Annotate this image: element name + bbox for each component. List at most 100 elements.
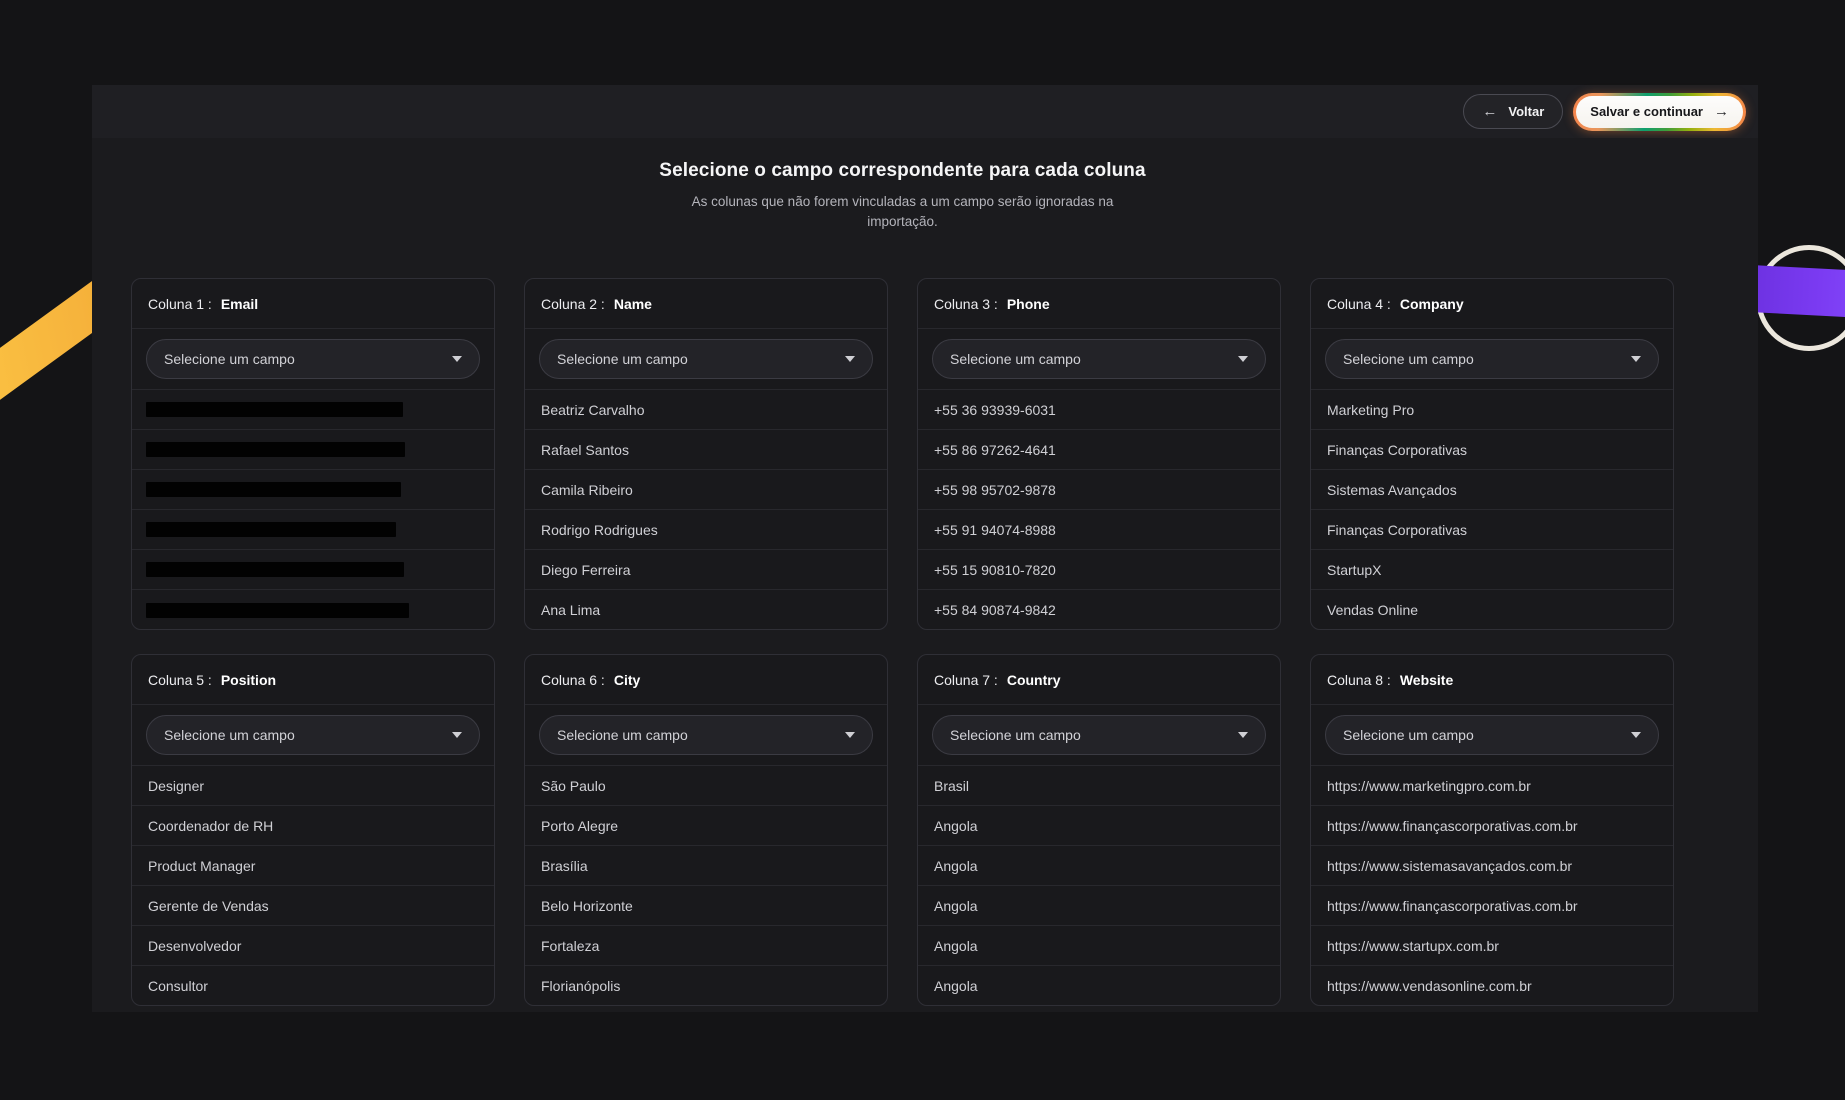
redacted-email-bar [146, 562, 404, 577]
redacted-email-bar [146, 603, 409, 618]
decor-purple-band [1747, 265, 1845, 318]
select-placeholder: Selecione um campo [557, 351, 688, 367]
sample-value-row: Vendas Online [1311, 590, 1673, 630]
sample-value-row: Beatriz Carvalho [525, 390, 887, 430]
sample-value-row: Gerente de Vendas [132, 886, 494, 926]
sample-value-row [132, 550, 494, 590]
sample-value-row [132, 510, 494, 550]
column-card: Coluna 7 : Country Selecione um campo Br… [917, 654, 1281, 1006]
column-label: Coluna 8 : [1327, 672, 1391, 688]
sample-value-row: São Paulo [525, 766, 887, 806]
redacted-email-bar [146, 522, 396, 537]
import-mapping-panel: ← Voltar Salvar e continuar → Selecione … [92, 85, 1758, 1012]
sample-rows: DesignerCoordenador de RHProduct Manager… [132, 765, 494, 1006]
sample-value-row: https://www.finançascorporativas.com.br [1311, 806, 1673, 846]
sample-value-row: +55 91 94074-8988 [918, 510, 1280, 550]
sample-rows: Marketing ProFinanças CorporativasSistem… [1311, 389, 1673, 630]
chevron-down-icon [845, 732, 855, 738]
field-select-dropdown[interactable]: Selecione um campo [146, 715, 480, 755]
select-placeholder: Selecione um campo [1343, 727, 1474, 743]
sample-value-row: https://www.vendasonline.com.br [1311, 966, 1673, 1006]
column-card-header: Coluna 3 : Phone [918, 279, 1280, 329]
sample-value-row: Sistemas Avançados [1311, 470, 1673, 510]
select-placeholder: Selecione um campo [1343, 351, 1474, 367]
sample-value-row: Brasil [918, 766, 1280, 806]
sample-value-row: Angola [918, 806, 1280, 846]
sample-rows: https://www.marketingpro.com.brhttps://w… [1311, 765, 1673, 1006]
select-placeholder: Selecione um campo [950, 351, 1081, 367]
save-button-gradient-border[interactable]: Salvar e continuar → [1573, 93, 1746, 131]
sample-value-row: https://www.sistemasavançados.com.br [1311, 846, 1673, 886]
chevron-down-icon [452, 356, 462, 362]
sample-value-row: https://www.startupx.com.br [1311, 926, 1673, 966]
chevron-down-icon [1238, 356, 1248, 362]
sample-value-row: Rafael Santos [525, 430, 887, 470]
sample-value-row: Belo Horizonte [525, 886, 887, 926]
back-button[interactable]: ← Voltar [1463, 94, 1563, 129]
select-placeholder: Selecione um campo [164, 351, 295, 367]
redacted-email-bar [146, 402, 403, 417]
sample-value-row: Diego Ferreira [525, 550, 887, 590]
column-field-name: City [614, 672, 640, 688]
chevron-down-icon [845, 356, 855, 362]
sample-value-row: Desenvolvedor [132, 926, 494, 966]
sample-value-row: +55 98 95702-9878 [918, 470, 1280, 510]
sample-value-row: Angola [918, 966, 1280, 1006]
sample-value-row [132, 470, 494, 510]
sample-value-row [132, 430, 494, 470]
column-label: Coluna 4 : [1327, 296, 1391, 312]
field-select-dropdown[interactable]: Selecione um campo [539, 715, 873, 755]
field-select-dropdown[interactable]: Selecione um campo [932, 715, 1266, 755]
sample-value-row: Angola [918, 846, 1280, 886]
select-placeholder: Selecione um campo [164, 727, 295, 743]
sample-value-row: Angola [918, 926, 1280, 966]
chevron-down-icon [1631, 356, 1641, 362]
column-label: Coluna 6 : [541, 672, 605, 688]
field-select-dropdown[interactable]: Selecione um campo [1325, 339, 1659, 379]
arrow-right-icon: → [1714, 103, 1729, 120]
column-label: Coluna 3 : [934, 296, 998, 312]
sample-rows: +55 36 93939-6031+55 86 97262-4641+55 98… [918, 389, 1280, 630]
sample-value-row: Designer [132, 766, 494, 806]
topbar: ← Voltar Salvar e continuar → [92, 85, 1758, 138]
field-select-dropdown[interactable]: Selecione um campo [146, 339, 480, 379]
sample-value-row: +55 86 97262-4641 [918, 430, 1280, 470]
column-card-header: Coluna 6 : City [525, 655, 887, 705]
save-button-label: Salvar e continuar [1590, 104, 1703, 119]
chevron-down-icon [1631, 732, 1641, 738]
sample-value-row: Rodrigo Rodrigues [525, 510, 887, 550]
column-label: Coluna 5 : [148, 672, 212, 688]
column-card-header: Coluna 2 : Name [525, 279, 887, 329]
column-card-header: Coluna 5 : Position [132, 655, 494, 705]
redacted-email-bar [146, 442, 405, 457]
chevron-down-icon [452, 732, 462, 738]
redacted-email-bar [146, 482, 401, 497]
column-field-name: Country [1007, 672, 1061, 688]
sample-value-row: Porto Alegre [525, 806, 887, 846]
column-card: Coluna 2 : Name Selecione um campo Beatr… [524, 278, 888, 630]
save-continue-button[interactable]: Salvar e continuar → [1576, 96, 1743, 128]
sample-value-row: Product Manager [132, 846, 494, 886]
sample-rows [132, 389, 494, 630]
sample-value-row: StartupX [1311, 550, 1673, 590]
column-field-name: Phone [1007, 296, 1050, 312]
field-select-dropdown[interactable]: Selecione um campo [932, 339, 1266, 379]
sample-value-row [132, 590, 494, 630]
sample-value-row: Fortaleza [525, 926, 887, 966]
page-subtitle: As colunas que não forem vinculadas a um… [660, 192, 1145, 232]
field-select-dropdown[interactable]: Selecione um campo [539, 339, 873, 379]
column-field-name: Name [614, 296, 652, 312]
arrow-left-icon: ← [1482, 103, 1497, 120]
sample-value-row: https://www.finançascorporativas.com.br [1311, 886, 1673, 926]
sample-value-row: +55 15 90810-7820 [918, 550, 1280, 590]
sample-value-row: Marketing Pro [1311, 390, 1673, 430]
intro-section: Selecione o campo correspondente para ca… [131, 160, 1674, 232]
select-placeholder: Selecione um campo [557, 727, 688, 743]
sample-rows: Beatriz CarvalhoRafael SantosCamila Ribe… [525, 389, 887, 630]
panel-body: Selecione o campo correspondente para ca… [92, 138, 1758, 1012]
column-card: Coluna 6 : City Selecione um campo São P… [524, 654, 888, 1006]
field-select-dropdown[interactable]: Selecione um campo [1325, 715, 1659, 755]
sample-value-row: Florianópolis [525, 966, 887, 1006]
column-field-name: Position [221, 672, 276, 688]
sample-value-row: +55 36 93939-6031 [918, 390, 1280, 430]
